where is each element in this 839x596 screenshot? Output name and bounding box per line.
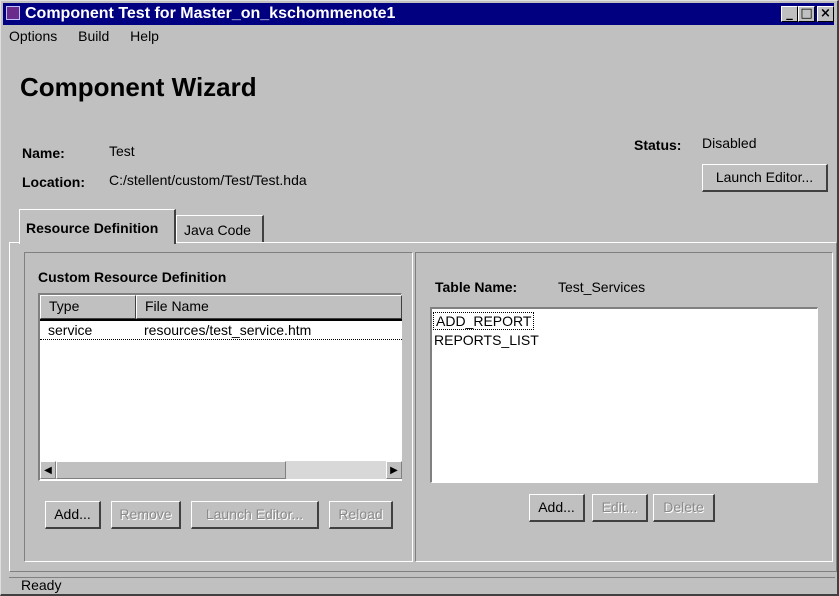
tab-resource-definition[interactable]: Resource Definition — [19, 209, 176, 244]
minimize-button[interactable]: _ — [781, 6, 798, 22]
row-type: service — [48, 322, 93, 338]
scroll-left-icon[interactable]: ◀ — [40, 461, 56, 479]
remove-resource-button[interactable]: Remove — [111, 501, 181, 529]
name-value: Test — [109, 143, 135, 159]
table-name-label: Table Name: — [435, 279, 518, 295]
row-file-name: resources/test_service.htm — [144, 322, 312, 338]
tab-java-code-label: Java Code — [184, 222, 251, 238]
scrollbar-thumb[interactable] — [56, 461, 286, 479]
app-icon[interactable] — [6, 6, 20, 20]
location-label: Location: — [22, 174, 85, 190]
menu-options[interactable]: Options — [9, 28, 57, 44]
horizontal-scrollbar[interactable]: ◀ ▶ — [40, 461, 402, 479]
location-value: C:/stellent/custom/Test/Test.hda — [109, 172, 307, 188]
add-resource-button[interactable]: Add... — [45, 501, 101, 529]
table-panel: Table Name: Test_Services ADD_REPORT REP… — [415, 252, 833, 562]
page-title: Component Wizard — [20, 72, 257, 102]
status-bar: Ready — [9, 577, 835, 593]
custom-resource-title: Custom Resource Definition — [38, 269, 227, 285]
status-label: Status: — [634, 137, 682, 153]
window-title: Component Test for Master_on_kschommenot… — [25, 5, 396, 22]
menu-build[interactable]: Build — [78, 28, 109, 44]
name-label: Name: — [22, 145, 65, 161]
maximize-button[interactable]: □ — [798, 6, 815, 22]
services-list[interactable]: ADD_REPORT REPORTS_LIST — [430, 307, 818, 483]
close-button[interactable]: × — [817, 6, 834, 22]
table-row[interactable]: service resources/test_service.htm — [40, 319, 402, 340]
menu-bar: Options Build Help — [0, 26, 835, 48]
status-value: Disabled — [702, 135, 757, 151]
scroll-right-icon[interactable]: ▶ — [386, 461, 402, 479]
menu-help[interactable]: Help — [130, 28, 159, 44]
column-header-type[interactable]: Type — [40, 295, 136, 319]
reload-button[interactable]: Reload — [329, 501, 393, 529]
launch-resource-editor-button[interactable]: Launch Editor... — [191, 501, 319, 529]
launch-editor-button[interactable]: Launch Editor... — [702, 164, 828, 192]
list-item[interactable]: ADD_REPORT — [433, 312, 535, 330]
column-header-file-name[interactable]: File Name — [136, 295, 402, 319]
edit-service-button[interactable]: Edit... — [592, 494, 648, 522]
table-name-value: Test_Services — [558, 279, 646, 295]
resource-table[interactable]: Type File Name service resources/test_se… — [38, 293, 402, 481]
status-text: Ready — [21, 577, 62, 593]
delete-service-button[interactable]: Delete — [653, 494, 715, 522]
tab-java-code[interactable]: Java Code — [176, 215, 264, 242]
title-bar[interactable]: Component Test for Master_on_kschommenot… — [3, 3, 834, 25]
add-service-button[interactable]: Add... — [529, 494, 585, 522]
list-item[interactable]: REPORTS_LIST — [434, 332, 539, 348]
tab-resource-definition-label: Resource Definition — [26, 220, 159, 236]
custom-resource-panel: Custom Resource Definition Type File Nam… — [24, 252, 413, 562]
